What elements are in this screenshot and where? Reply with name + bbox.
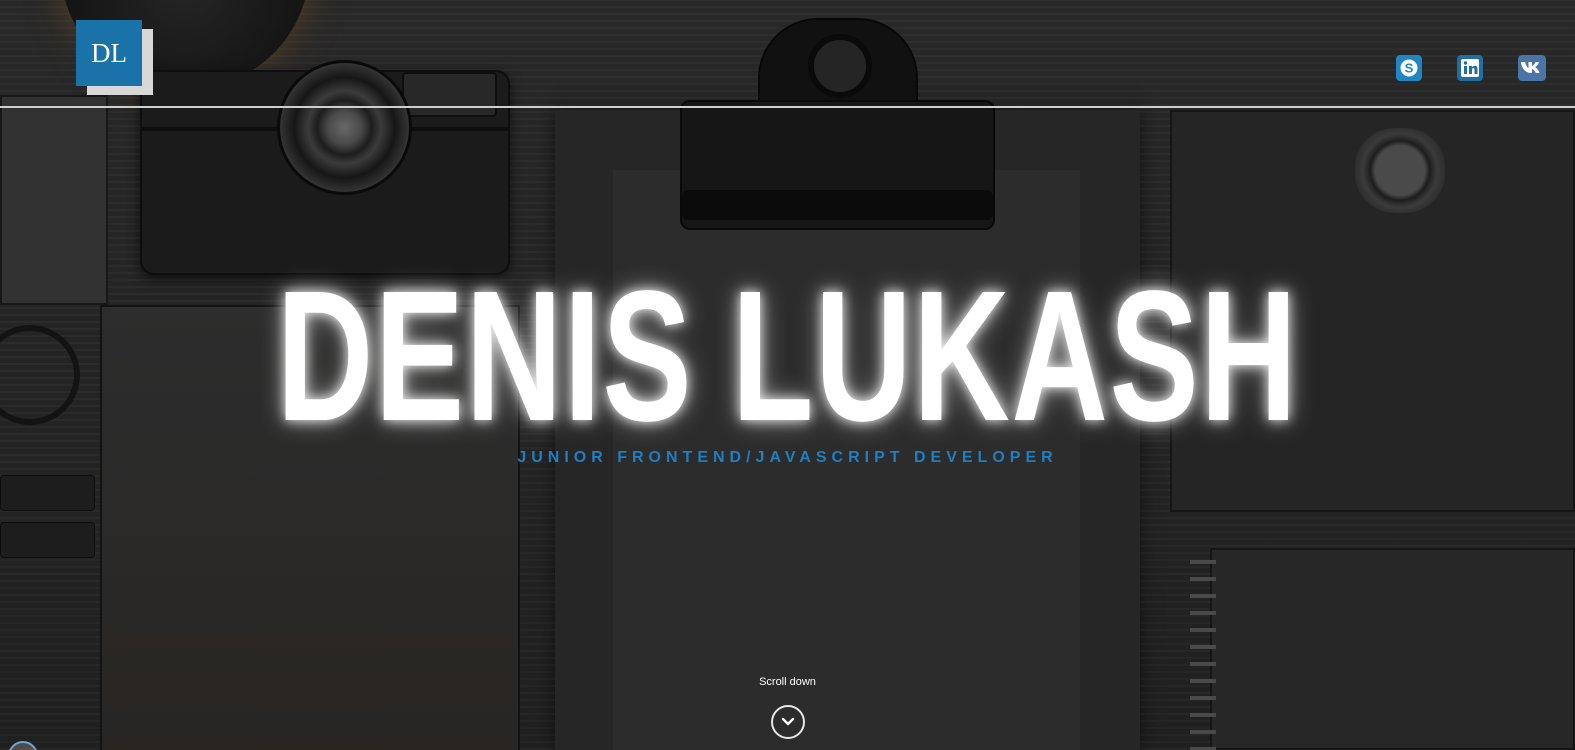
site-logo[interactable]: DL	[76, 20, 142, 86]
skype-icon: S	[1400, 59, 1418, 77]
scroll-down-label: Scroll down	[759, 676, 816, 688]
linkedin-icon	[1461, 59, 1479, 77]
linkedin-link[interactable]	[1457, 55, 1483, 81]
hero-subtitle: JUNIOR FRONTEND/JAVASCRIPT DEVELOPER	[517, 449, 1058, 466]
chevron-down-icon	[781, 717, 795, 726]
vk-link[interactable]	[1518, 55, 1546, 81]
skype-link[interactable]: S	[1396, 55, 1422, 81]
svg-text:S: S	[1405, 61, 1414, 76]
scroll-down-button[interactable]	[771, 705, 805, 739]
header-divider	[0, 106, 1575, 108]
vk-icon	[1521, 62, 1540, 73]
hero-title: DENIS LUKASH	[276, 253, 1299, 460]
